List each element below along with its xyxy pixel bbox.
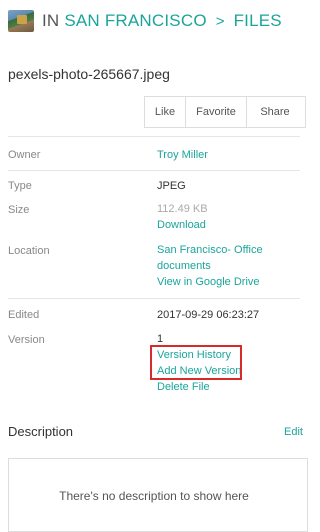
divider xyxy=(8,298,300,299)
description-empty-text: There's no description to show here xyxy=(59,489,249,503)
version-label: Version xyxy=(8,334,45,346)
owner-label: Owner xyxy=(8,149,41,161)
like-button[interactable]: Like xyxy=(145,97,186,127)
divider xyxy=(8,136,300,137)
breadcrumb-location-link[interactable]: SAN FRANCISCO xyxy=(64,11,206,30)
share-button[interactable]: Share xyxy=(247,97,303,127)
breadcrumb-files-link[interactable]: FILES xyxy=(234,11,282,30)
description-edit-link[interactable]: Edit xyxy=(284,426,303,438)
delete-file-link[interactable]: Delete File xyxy=(157,379,241,395)
divider xyxy=(8,170,300,171)
edited-label: Edited xyxy=(8,309,40,321)
image-thumbnail-icon xyxy=(8,10,34,32)
location-label: Location xyxy=(8,245,50,257)
file-actions: Like Favorite Share xyxy=(144,96,306,128)
edited-value: 2017-09-29 06:23:27 xyxy=(157,309,260,321)
location-group: San Francisco- Office documents View in … xyxy=(157,242,263,290)
location-link-line-1[interactable]: San Francisco- Office xyxy=(157,242,263,258)
type-value: JPEG xyxy=(157,180,186,192)
size-label: Size xyxy=(8,204,30,216)
location-link-line-2[interactable]: documents xyxy=(157,258,263,274)
breadcrumb-header: IN SAN FRANCISCO > FILES xyxy=(8,8,282,34)
download-link[interactable]: Download xyxy=(157,217,208,233)
breadcrumb: IN SAN FRANCISCO > FILES xyxy=(42,11,282,31)
breadcrumb-prefix: IN xyxy=(42,11,60,30)
description-title: Description xyxy=(8,424,74,439)
file-name: pexels-photo-265667.jpeg xyxy=(8,66,170,82)
type-label: Type xyxy=(8,180,32,192)
highlight-box xyxy=(150,345,242,380)
size-value: 112.49 KB xyxy=(157,203,208,215)
description-box: There's no description to show here xyxy=(8,458,308,532)
size-group: 112.49 KB Download xyxy=(157,201,208,233)
owner-link[interactable]: Troy Miller xyxy=(157,149,208,161)
breadcrumb-separator: > xyxy=(215,13,225,30)
favorite-button[interactable]: Favorite xyxy=(186,97,247,127)
view-in-google-drive-link[interactable]: View in Google Drive xyxy=(157,274,263,290)
